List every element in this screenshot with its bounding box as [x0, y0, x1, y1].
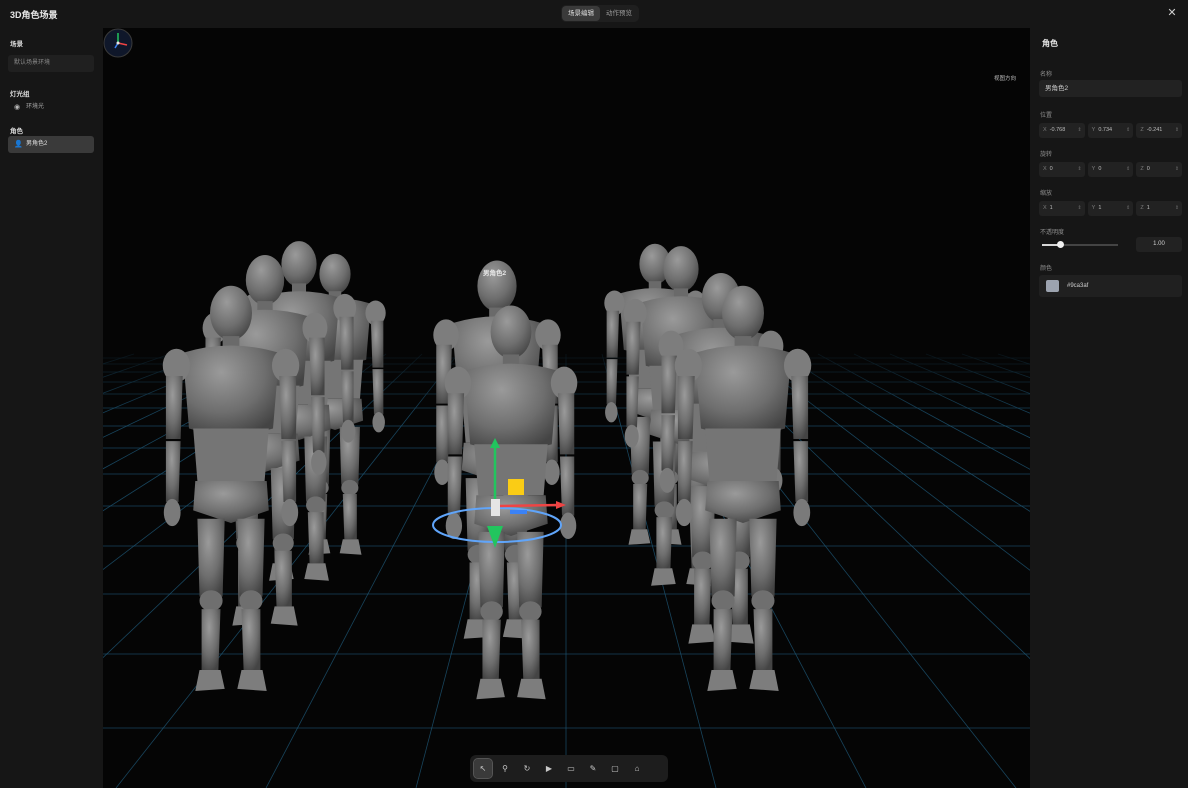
rotation-z-field[interactable]: Z 0 ⇕ — [1136, 162, 1183, 177]
frame-icon[interactable]: ▢ — [606, 759, 624, 778]
view-compass[interactable] — [103, 28, 133, 58]
opacity-label: 不透明度 — [1040, 230, 1065, 236]
color-label: 颜色 — [1040, 266, 1053, 272]
position-x-field[interactable]: X -0.768 ⇕ — [1039, 123, 1085, 138]
position-label: 位置 — [1040, 113, 1053, 119]
lights-heading: 灯光组 — [10, 91, 30, 98]
left-panel: 场景 默认场景环境 灯光组 ◉ 环境光 角色 👤 男角色2 — [0, 28, 103, 788]
grid-line — [853, 353, 1030, 439]
top-bar: 3D角色场景 场景编辑 动作预览 ✕ — [0, 0, 1188, 28]
scene-selector[interactable]: 默认场景环境 — [8, 55, 94, 72]
grid-line — [817, 353, 1030, 470]
scale-label: 缩放 — [1040, 191, 1053, 197]
scale-x-field[interactable]: X 1 ⇕ — [1039, 201, 1085, 216]
gizmo-x-axis[interactable] — [498, 503, 559, 508]
eye-icon[interactable]: ◉ — [14, 99, 20, 116]
opacity-slider-handle[interactable] — [1057, 241, 1065, 248]
gizmo-center-handle[interactable] — [491, 499, 500, 516]
grid-line — [997, 353, 1030, 365]
opacity-value[interactable]: 1.00 — [1136, 237, 1182, 252]
bottom-toolbar: ↖ ⚲ ↻ ▶ ▭ ✎ ▢ ⌂ — [470, 755, 668, 782]
pose-icon[interactable]: ⚲ — [496, 759, 514, 778]
grid-line — [103, 353, 171, 378]
app-title: 3D角色场景 — [10, 10, 58, 20]
character-group[interactable] — [162, 241, 812, 700]
grid-line — [925, 353, 1030, 395]
inspector-title: 角色 — [1042, 39, 1058, 48]
view-mode-switcher: 场景编辑 动作预览 — [561, 5, 639, 22]
gizmo-plane-handle[interactable] — [508, 479, 524, 495]
grid-line — [961, 353, 1030, 378]
rotation-label: 旋转 — [1040, 152, 1053, 158]
rotation-fields: X 0 ⇕ Y 0 ⇕ Z 0 ⇕ — [1039, 162, 1183, 177]
light-item-label: 环境光 — [26, 104, 45, 110]
brush-icon[interactable]: ✎ — [584, 759, 602, 778]
rotation-x-field[interactable]: X 0 ⇕ — [1039, 162, 1085, 177]
camera-icon[interactable]: ▶ — [540, 759, 558, 778]
selected-character-label: 男角色2 — [483, 270, 507, 277]
position-z-field[interactable]: Z -0.241 ⇕ — [1136, 123, 1183, 138]
list-item-character[interactable]: 👤 男角色2 — [8, 136, 94, 153]
rotation-y-field[interactable]: Y 0 ⇕ — [1087, 162, 1134, 177]
position-y-field[interactable]: Y 0.734 ⇕ — [1087, 123, 1134, 138]
rotate-icon[interactable]: ↻ — [518, 759, 536, 778]
grid-line — [781, 353, 1030, 512]
scale-fields: X 1 ⇕ Y 1 ⇕ Z 1 ⇕ — [1039, 201, 1183, 216]
scale-z-field[interactable]: Z 1 ⇕ — [1136, 201, 1183, 216]
list-item-light[interactable]: ◉ 环境光 — [8, 99, 94, 116]
color-hex-value: #9ca3af — [1067, 283, 1089, 289]
grid-line — [103, 353, 135, 365]
color-swatch[interactable] — [1046, 280, 1059, 292]
color-picker[interactable]: #9ca3af — [1039, 275, 1182, 297]
tab-motion-preview[interactable]: 动作预览 — [600, 6, 638, 21]
scene-canvas[interactable] — [103, 28, 1030, 788]
gizmo-z-axis[interactable] — [510, 510, 527, 514]
3d-viewport[interactable]: 视图方向 男角色2 ↖ ⚲ ↻ ▶ ▭ ✎ ▢ ⌂ — [103, 28, 1030, 788]
name-field[interactable]: 男角色2 — [1039, 80, 1182, 97]
scene-heading: 场景 — [10, 41, 23, 48]
grid-line — [889, 353, 1030, 414]
inspector-panel: 角色 名称 男角色2 位置 X -0.768 ⇕ Y 0.734 ⇕ Z -0.241 ⇕ … — [1030, 28, 1188, 788]
close-icon[interactable]: ✕ — [1166, 7, 1178, 19]
character-item-label: 男角色2 — [26, 141, 48, 147]
grid-line — [745, 353, 1030, 571]
folder-icon[interactable]: ▭ — [562, 759, 580, 778]
cursor-icon[interactable]: ↖ — [473, 758, 493, 779]
opacity-slider[interactable] — [1042, 241, 1118, 248]
tab-scene-edit[interactable]: 场景编辑 — [562, 6, 600, 21]
light-icon[interactable]: ⌂ — [628, 759, 646, 778]
name-label: 名称 — [1040, 72, 1053, 78]
position-fields: X -0.768 ⇕ Y 0.734 ⇕ Z -0.241 ⇕ — [1039, 123, 1183, 138]
scale-y-field[interactable]: Y 1 ⇕ — [1087, 201, 1134, 216]
characters-heading: 角色 — [10, 128, 23, 135]
user-icon: 👤 — [14, 141, 23, 148]
compass-label: 视图方向 — [993, 76, 1016, 82]
